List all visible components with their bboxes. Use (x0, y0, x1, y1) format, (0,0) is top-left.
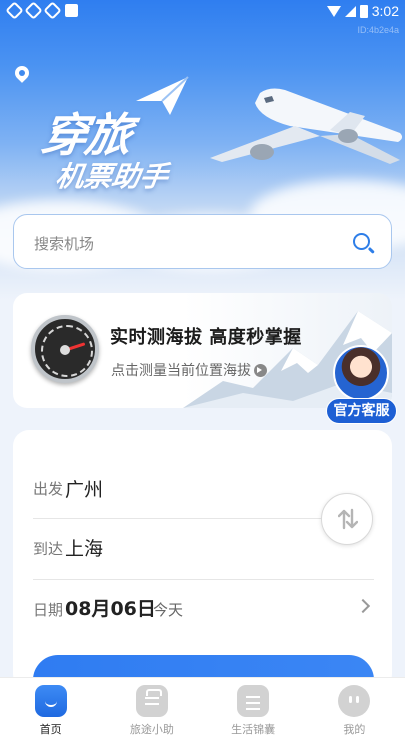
swap-arrows-icon (338, 508, 358, 530)
altimeter-hub (60, 345, 70, 355)
notes-icon (237, 685, 270, 717)
battery-icon (359, 4, 368, 18)
notification-icon (5, 1, 24, 20)
depart-label: 出发 (33, 480, 64, 498)
status-time: 3:02 (371, 3, 399, 19)
search-icon[interactable] (353, 233, 370, 250)
bottom-nav: 首页 旅途小助 生活锦囊 我的 (0, 677, 405, 736)
location-icon[interactable] (12, 63, 32, 83)
nav-item-profile[interactable]: 我的 (304, 678, 405, 736)
nav-item-home[interactable]: 首页 (0, 678, 101, 736)
chevron-right-icon[interactable] (355, 598, 371, 614)
notification-icon (24, 1, 43, 20)
profile-icon (338, 685, 371, 717)
date-label: 日期 (33, 601, 64, 619)
nav-label: 生活锦囊 (231, 723, 276, 736)
paper-plane-icon (136, 76, 189, 115)
nav-label: 首页 (39, 723, 62, 736)
divider (33, 518, 323, 519)
chevron-right-circle-icon (254, 363, 267, 377)
suitcase-icon (135, 685, 168, 717)
nav-item-travel-helper[interactable]: 旅途小助 (101, 678, 202, 736)
date-value[interactable]: 08月06日 (65, 594, 156, 621)
banner-title: 实时测海拔 高度秒掌握 (110, 327, 302, 348)
altimeter-icon (31, 315, 99, 383)
app-notification-icon (65, 4, 78, 17)
status-bar: 3:02 (0, 0, 405, 24)
swap-cities-button[interactable] (321, 493, 373, 545)
home-icon (34, 685, 67, 717)
device-id: ID:4b2e4a (357, 25, 399, 35)
date-note: 今天 (153, 601, 184, 619)
divider (33, 579, 374, 580)
arrive-city[interactable]: 上海 (65, 534, 103, 561)
arrive-label: 到达 (33, 540, 64, 558)
search-input[interactable]: 搜索机场 (34, 233, 94, 254)
customer-service-button[interactable]: 官方客服 (326, 398, 397, 424)
nav-label: 旅途小助 (129, 723, 174, 736)
banner-subtitle-text: 点击测量当前位置海拔 (111, 363, 251, 379)
signal-icon (344, 5, 356, 17)
banner-subtitle[interactable]: 点击测量当前位置海拔 (111, 360, 267, 380)
airplane-illustration (210, 88, 403, 164)
customer-service-avatar[interactable] (333, 345, 389, 401)
logo-subtitle: 机票助手 (53, 160, 171, 193)
depart-city[interactable]: 广州 (65, 475, 103, 502)
nav-item-life-tips[interactable]: 生活锦囊 (203, 678, 304, 736)
notification-icon (43, 1, 62, 20)
flight-booking-card: 出发 广州 到达 上海 日期 08月06日 今天 (13, 430, 392, 705)
airport-search-bar[interactable]: 搜索机场 (13, 214, 392, 269)
wifi-icon (326, 5, 341, 17)
altitude-banner[interactable]: 实时测海拔 高度秒掌握 点击测量当前位置海拔 (13, 293, 392, 408)
nav-label: 我的 (343, 723, 366, 736)
app-logo: 穿旅 机票助手 (30, 75, 195, 195)
